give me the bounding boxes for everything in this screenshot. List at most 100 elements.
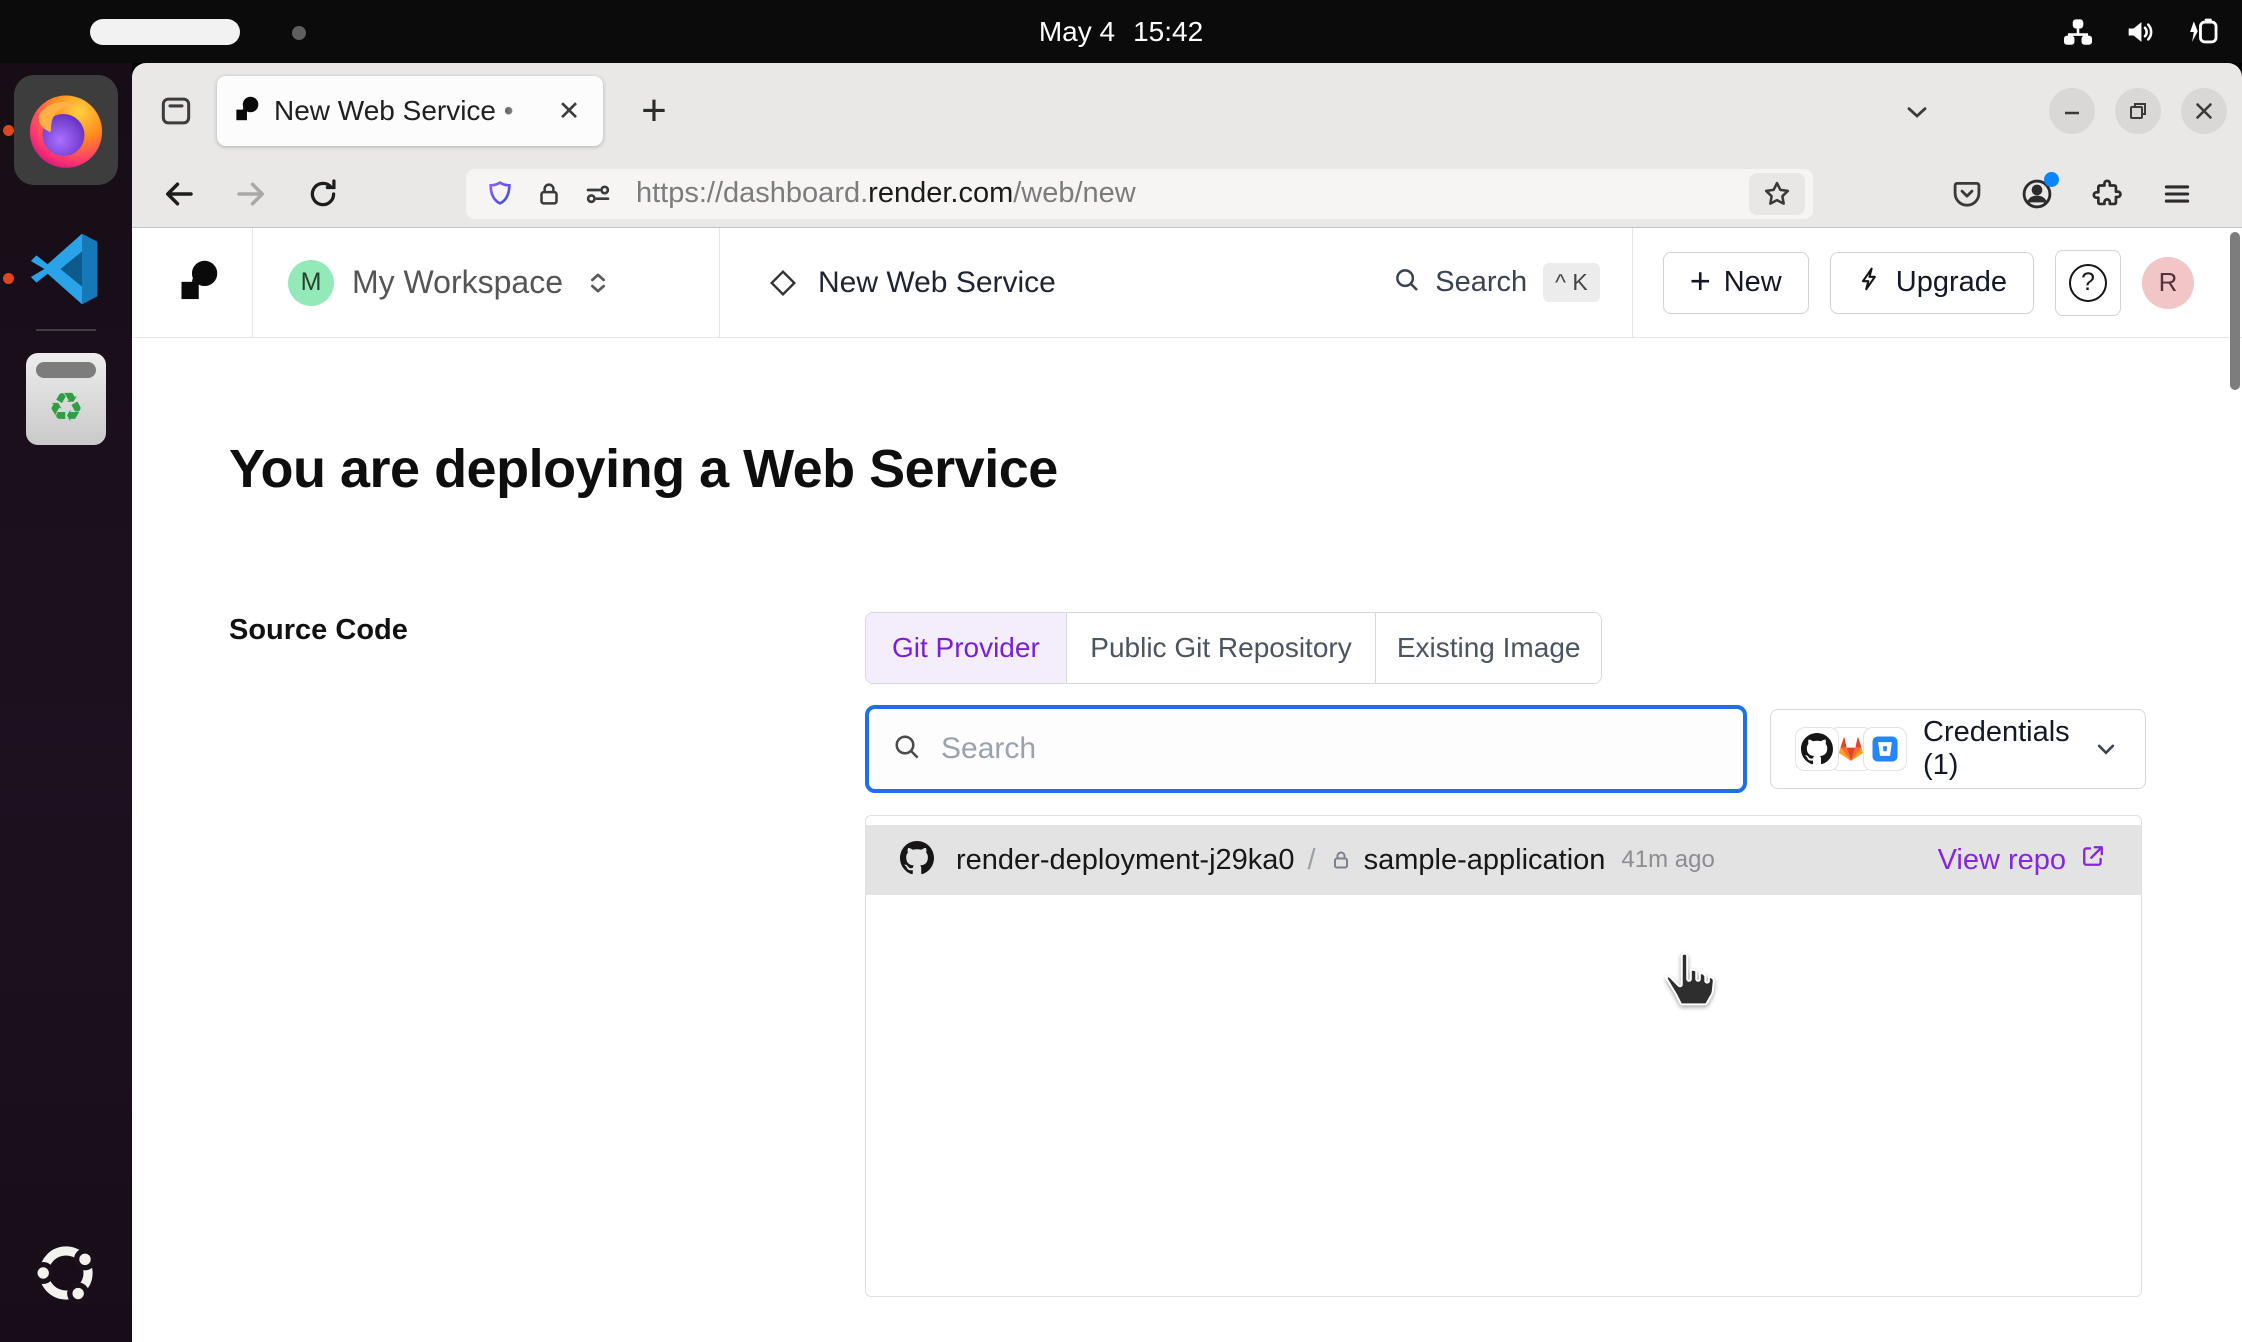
system-tray[interactable] [2060,0,2224,63]
tab-close-icon[interactable]: ✕ [551,93,587,129]
firefox-view-button[interactable] [152,89,200,133]
source-type-tabs: Git Provider Public Git Repository Exist… [865,612,1602,684]
bookmark-star-icon[interactable] [1749,173,1805,215]
new-button[interactable]: + New [1663,252,1809,314]
chevron-down-icon [2091,734,2121,764]
minimize-button[interactable] [2049,88,2095,134]
tracking-protection-shield-icon[interactable] [484,178,516,210]
reload-button[interactable] [300,171,346,217]
repo-updated-time: 41m ago [1621,846,1714,874]
system-top-bar: May 4 15:42 [0,0,2242,63]
browser-toolbar: https://dashboard.render.com/web/new [132,160,2242,228]
workspace-indicator-dot[interactable] [292,26,306,40]
help-button[interactable]: ? [2055,250,2121,316]
new-button-label: New [1724,266,1782,299]
workspace-avatar: M [288,260,334,306]
source-code-label: Source Code [229,614,408,647]
url-domain: render.com [868,177,1013,209]
source-code-controls: Git Provider Public Git Repository Exist… [865,612,2146,1297]
browser-window: New Web Service • Rend ✕ + [132,63,2242,1342]
repo-row[interactable]: render-deployment-j29ka0 / sample-applic… [866,825,2141,895]
search-label: Search [1435,266,1527,299]
extensions-puzzle-icon[interactable] [2083,170,2131,218]
tab-favicon-render-logo [233,95,260,127]
view-repo-link[interactable]: View repo [1938,842,2107,878]
list-tabs-chevron-icon[interactable] [1892,90,1942,134]
dock-divider [36,329,96,331]
workspace-updown-chevron-icon [583,268,613,298]
tab-git-provider[interactable]: Git Provider [866,613,1066,683]
user-avatar[interactable]: R [2142,257,2194,309]
show-apps-ubuntu-icon[interactable] [28,1235,104,1316]
workspace-switcher[interactable]: M My Workspace [253,228,719,337]
desktop: May 4 15:42 [0,0,2242,1342]
render-logo[interactable] [176,258,220,307]
trash-lid [36,362,96,378]
repo-search-box[interactable] [865,705,1747,793]
mouse-cursor-pointer [1660,950,1718,1013]
tab-bar: New Web Service • Rend ✕ + [132,63,2242,160]
trash-dock-icon[interactable]: ♻ [26,353,106,445]
tab-existing-image[interactable]: Existing Image [1375,613,1601,683]
account-icon[interactable] [2013,170,2061,218]
tab-title-fade [491,86,551,136]
page-scrollbar-thumb[interactable] [2230,232,2240,390]
vscode-dock-icon[interactable] [26,223,106,320]
url-path: /web/new [1013,177,1136,209]
credential-provider-icons [1795,727,1907,771]
repo-list-panel: render-deployment-j29ka0 / sample-applic… [865,815,2142,1297]
pocket-icon[interactable] [1943,170,1991,218]
external-link-icon [2079,842,2107,878]
question-mark-icon: ? [2069,264,2107,302]
volume-icon [2122,15,2158,49]
clock-time: 15:42 [1133,16,1203,48]
credentials-label: Credentials (1) [1923,716,2091,782]
repo-owner: render-deployment-j29ka0 [956,844,1295,877]
new-tab-button[interactable]: + [627,84,681,138]
clock-date: May 4 [1039,16,1115,48]
github-icon [1795,727,1839,771]
lightning-bolt-icon [1857,264,1883,302]
credentials-dropdown[interactable]: Credentials (1) [1770,709,2146,789]
app-header: M My Workspace New Web Serv [132,228,2242,338]
url-bar[interactable]: https://dashboard.render.com/web/new [466,169,1813,219]
account-notification-dot [2044,172,2059,187]
network-icon [2060,15,2096,49]
upgrade-button[interactable]: Upgrade [1830,252,2034,314]
browser-tab[interactable]: New Web Service • Rend ✕ [217,76,603,146]
search-icon [891,731,923,768]
url-text: https://dashboard.render.com/web/new [636,177,1136,210]
url-prefix: https://dashboard. [636,177,868,209]
page-title: New Web Service [818,266,1056,300]
tab-public-git-repository[interactable]: Public Git Repository [1066,613,1376,683]
search-shortcut-badge: ^ K [1543,263,1600,302]
battery-icon [2184,15,2224,49]
firefox-dock-icon[interactable] [24,88,108,177]
page-heading: You are deploying a Web Service [229,438,1058,500]
repo-separator: / [1308,844,1316,877]
github-icon [900,841,934,880]
private-repo-lock-icon [1329,848,1353,872]
render-dashboard-page: M My Workspace New Web Serv [132,228,2242,1342]
tab-title: New Web Service • Rend [274,95,522,127]
close-window-button[interactable] [2181,88,2227,134]
repo-search-input[interactable] [941,732,1721,766]
vscode-running-dot [3,273,14,284]
main-content: You are deploying a Web Service Source C… [132,338,2242,1342]
global-search[interactable]: Search ^ K [1392,263,1599,302]
menu-hamburger-icon[interactable] [2153,170,2201,218]
view-repo-label: View repo [1938,844,2066,877]
trash-bin: ♻ [26,353,106,445]
workspace-indicator-pill[interactable] [90,19,240,45]
search-icon [1392,265,1422,300]
forward-button[interactable] [228,171,274,217]
firefox-running-dot [3,125,14,136]
permissions-sliders-icon[interactable] [582,178,614,210]
restore-button[interactable] [2115,88,2161,134]
upgrade-button-label: Upgrade [1896,266,2007,299]
repo-name: sample-application [1364,844,1606,877]
system-clock[interactable]: May 4 15:42 [1039,0,1203,63]
lock-icon[interactable] [534,179,564,209]
back-button[interactable] [156,171,202,217]
service-diamond-icon [768,268,798,298]
